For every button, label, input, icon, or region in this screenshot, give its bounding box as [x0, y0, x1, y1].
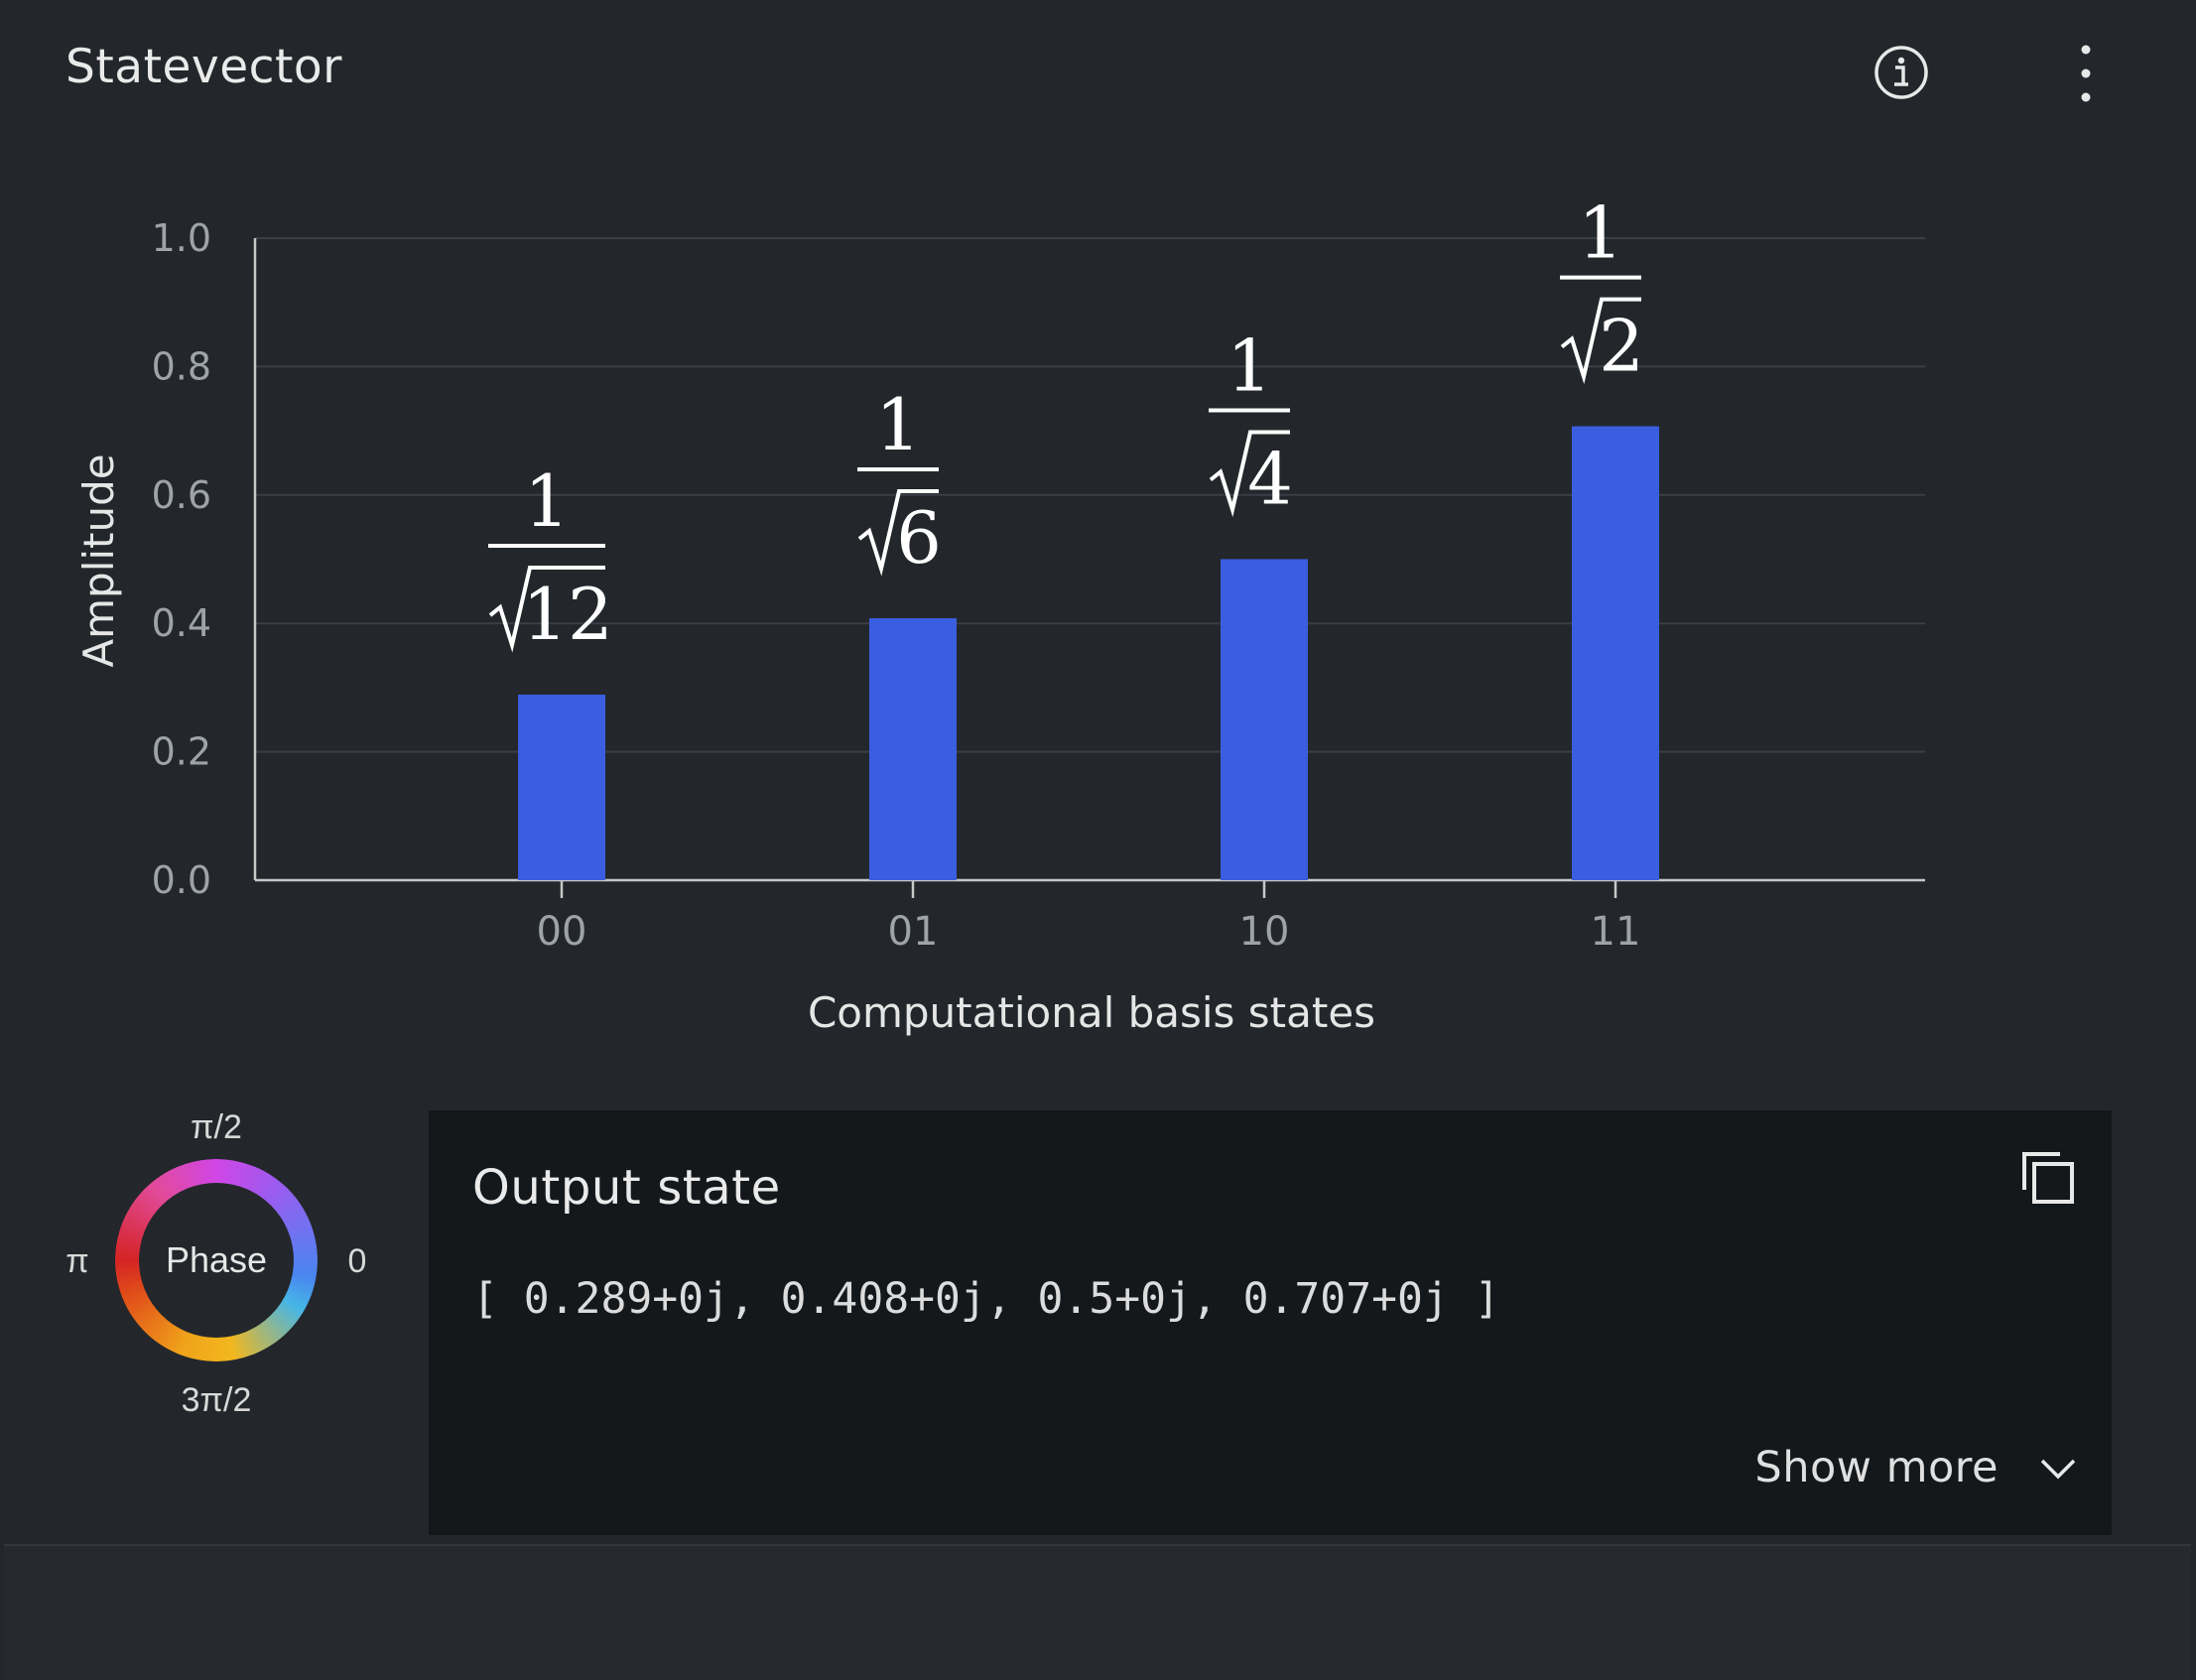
output-state-value: [ 0.289+0j, 0.408+0j, 0.5+0j, 0.707+0j ] — [472, 1274, 1500, 1324]
phase-top-label: π/2 — [191, 1108, 242, 1146]
amplitude-bar-chart: 0.00.20.40.60.81.000112011610141112Compu… — [74, 192, 1925, 1037]
chevron-down-icon — [2040, 1459, 2076, 1480]
bar — [1221, 559, 1308, 880]
bar — [1572, 426, 1659, 880]
bar-label-radicand: 6 — [896, 496, 942, 580]
bar-label-numerator: 1 — [1578, 192, 1623, 275]
bar-label-numerator: 1 — [875, 383, 921, 466]
output-state-card: Output state [ 0.289+0j, 0.408+0j, 0.5+0… — [429, 1110, 2112, 1535]
output-state-title: Output state — [472, 1160, 781, 1216]
x-tick-label: 10 — [1239, 909, 1290, 955]
bar-label-radicand: 4 — [1247, 438, 1293, 521]
y-tick-label: 0.4 — [152, 601, 211, 645]
bar — [869, 618, 957, 880]
show-more-button[interactable]: Show more — [1754, 1438, 2078, 1497]
bar-label-radicand: 2 — [1599, 305, 1644, 388]
phase-center-label: Phase — [166, 1239, 267, 1280]
bar-label-numerator: 1 — [524, 459, 570, 543]
phase-bottom-label: 3π/2 — [182, 1381, 252, 1419]
bar-label-radicand: 12 — [522, 573, 613, 656]
x-tick-label: 11 — [1591, 909, 1641, 955]
bar — [518, 695, 605, 880]
y-tick-label: 0.6 — [152, 473, 211, 517]
y-tick-label: 0.2 — [152, 730, 211, 774]
x-axis-title: Computational basis states — [808, 988, 1375, 1037]
copy-icon[interactable] — [2016, 1146, 2080, 1210]
bar-label-numerator: 1 — [1227, 324, 1272, 408]
panel-footer — [4, 1544, 2191, 1680]
show-more-label: Show more — [1754, 1443, 1999, 1492]
y-tick-label: 0.8 — [152, 344, 211, 388]
phase-right-label: 0 — [348, 1242, 367, 1280]
phase-left-label: π — [65, 1242, 88, 1280]
y-axis-title: Amplitude — [74, 453, 123, 667]
y-tick-label: 0.0 — [152, 858, 211, 902]
x-tick-label: 00 — [537, 909, 587, 955]
y-tick-label: 1.0 — [152, 216, 211, 260]
phase-color-wheel: Phase π/2 π 0 3π/2 — [60, 1101, 387, 1429]
x-tick-label: 01 — [888, 909, 939, 955]
